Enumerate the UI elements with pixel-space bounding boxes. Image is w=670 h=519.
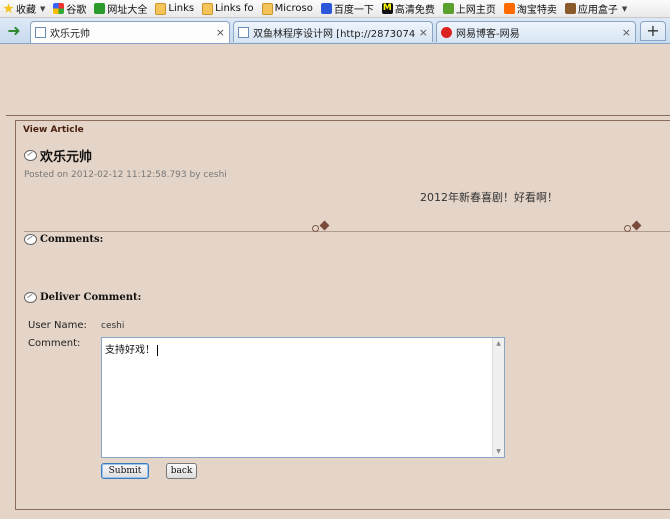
close-icon[interactable]: × <box>622 26 631 39</box>
favorite-link-taobao[interactable]: 淘宝特卖 <box>501 0 562 17</box>
favorites-bar: 收藏 ▼ 谷歌 网址大全 Links Links fo Microso 百度一下… <box>0 0 670 18</box>
submit-button[interactable]: Submit <box>101 463 149 479</box>
folder-icon <box>261 2 273 15</box>
comments-heading: Comments: <box>24 234 103 245</box>
favorite-folder-links[interactable]: Links <box>152 0 199 17</box>
tab-title: 网易博客-网易 <box>456 28 520 40</box>
favorite-link-label: 网址大全 <box>107 5 148 16</box>
favorite-link-baidu[interactable]: 百度一下 <box>318 0 379 17</box>
favorite-link-label: 高清免费 <box>394 5 435 16</box>
scroll-up-icon[interactable]: ▲ <box>493 338 504 349</box>
m-icon: M <box>381 3 393 14</box>
tab-title: 双鱼林程序设计网 [http://28730742... <box>253 28 415 40</box>
quick-nav-arrow-icon[interactable]: ➜ <box>2 21 26 40</box>
view-article-heading: View Article <box>23 125 84 135</box>
text-caret <box>157 344 158 356</box>
favorite-link-label: 淘宝特卖 <box>516 5 557 16</box>
divider-ornament-icon <box>624 220 646 232</box>
article-body: 2012年新春喜剧！好看啊！ <box>420 191 558 204</box>
close-icon[interactable]: × <box>419 26 428 39</box>
folder-icon <box>155 2 167 15</box>
favorite-link-google[interactable]: 谷歌 <box>50 0 91 17</box>
article-title: 欢乐元帅 <box>24 146 92 165</box>
new-tab-button[interactable]: + <box>640 21 666 41</box>
ie-icon <box>94 3 106 14</box>
comment-bubble-icon <box>24 150 37 161</box>
article-title-text: 欢乐元帅 <box>40 150 93 165</box>
comments-heading-text: Comments: <box>40 234 104 245</box>
favorites-menu-label: 收藏 <box>16 5 36 16</box>
favorite-folder-links-for[interactable]: Links fo <box>199 0 259 17</box>
divider-ornament-icon <box>312 220 334 232</box>
favorite-link-homepage[interactable]: 上网主页 <box>440 0 501 17</box>
username-label: User Name: <box>28 320 87 331</box>
tab-title: 欢乐元帅 <box>50 29 90 40</box>
chevron-down-icon: ▼ <box>40 4 46 13</box>
deliver-comment-heading-text: Deliver Comment: <box>40 292 142 303</box>
comment-bubble-icon <box>24 292 37 303</box>
home-icon <box>442 3 454 14</box>
folder-icon <box>202 2 214 15</box>
baidu-icon <box>320 3 332 14</box>
posted-info: Posted on 2012-02-12 11:12:58.793 by ces… <box>24 170 227 180</box>
app-box-menu-label: 应用盒子 <box>577 5 618 16</box>
back-button[interactable]: back <box>166 463 197 479</box>
chevron-down-icon: ▼ <box>621 4 628 13</box>
deliver-comment-heading: Deliver Comment: <box>24 292 141 303</box>
app-box-icon <box>564 3 576 14</box>
favorite-folder-microsoft[interactable]: Microso <box>259 0 318 17</box>
comment-scrollbar[interactable]: ▲ ▼ <box>492 338 504 457</box>
favorite-link-url-directory[interactable]: 网址大全 <box>91 0 152 17</box>
comment-bubble-icon <box>24 234 37 245</box>
comment-label: Comment: <box>28 338 81 349</box>
comment-text-value: 支持好戏！ <box>105 345 155 356</box>
favorite-link-label: 谷歌 <box>66 5 87 16</box>
google-icon <box>53 3 65 14</box>
star-icon <box>3 3 14 14</box>
page-icon <box>35 27 46 38</box>
favorites-menu[interactable]: 收藏 ▼ <box>0 0 50 17</box>
tab-shuangyulin[interactable]: 双鱼林程序设计网 [http://28730742... × <box>233 21 433 42</box>
netease-icon <box>441 26 452 38</box>
scroll-down-icon[interactable]: ▼ <box>493 446 504 457</box>
comment-text-line: 支持好戏！ <box>105 341 158 356</box>
username-value: ceshi <box>101 321 125 331</box>
top-divider <box>6 115 670 116</box>
favorite-link-hd-free[interactable]: M 高清免费 <box>379 0 440 17</box>
comment-textarea[interactable]: 支持好戏！ ▲ ▼ <box>101 337 505 458</box>
app-box-menu[interactable]: 应用盒子 ▼ <box>562 0 632 17</box>
favorite-link-label: Links fo <box>215 3 254 14</box>
page-icon <box>238 26 249 38</box>
close-icon[interactable]: × <box>216 26 225 39</box>
tab-strip: ➜ 欢乐元帅 × 双鱼林程序设计网 [http://28730742... × … <box>0 18 670 44</box>
favorite-link-label: Links <box>168 3 195 14</box>
taobao-icon <box>503 3 515 14</box>
tab-active-article[interactable]: 欢乐元帅 × <box>30 21 230 43</box>
tab-netease-blog[interactable]: 网易博客-网易 × <box>436 21 636 42</box>
favorite-link-label: 上网主页 <box>455 5 496 16</box>
favorite-link-label: 百度一下 <box>333 5 374 16</box>
comments-divider <box>24 231 670 232</box>
favorite-link-label: Microso <box>274 3 313 14</box>
